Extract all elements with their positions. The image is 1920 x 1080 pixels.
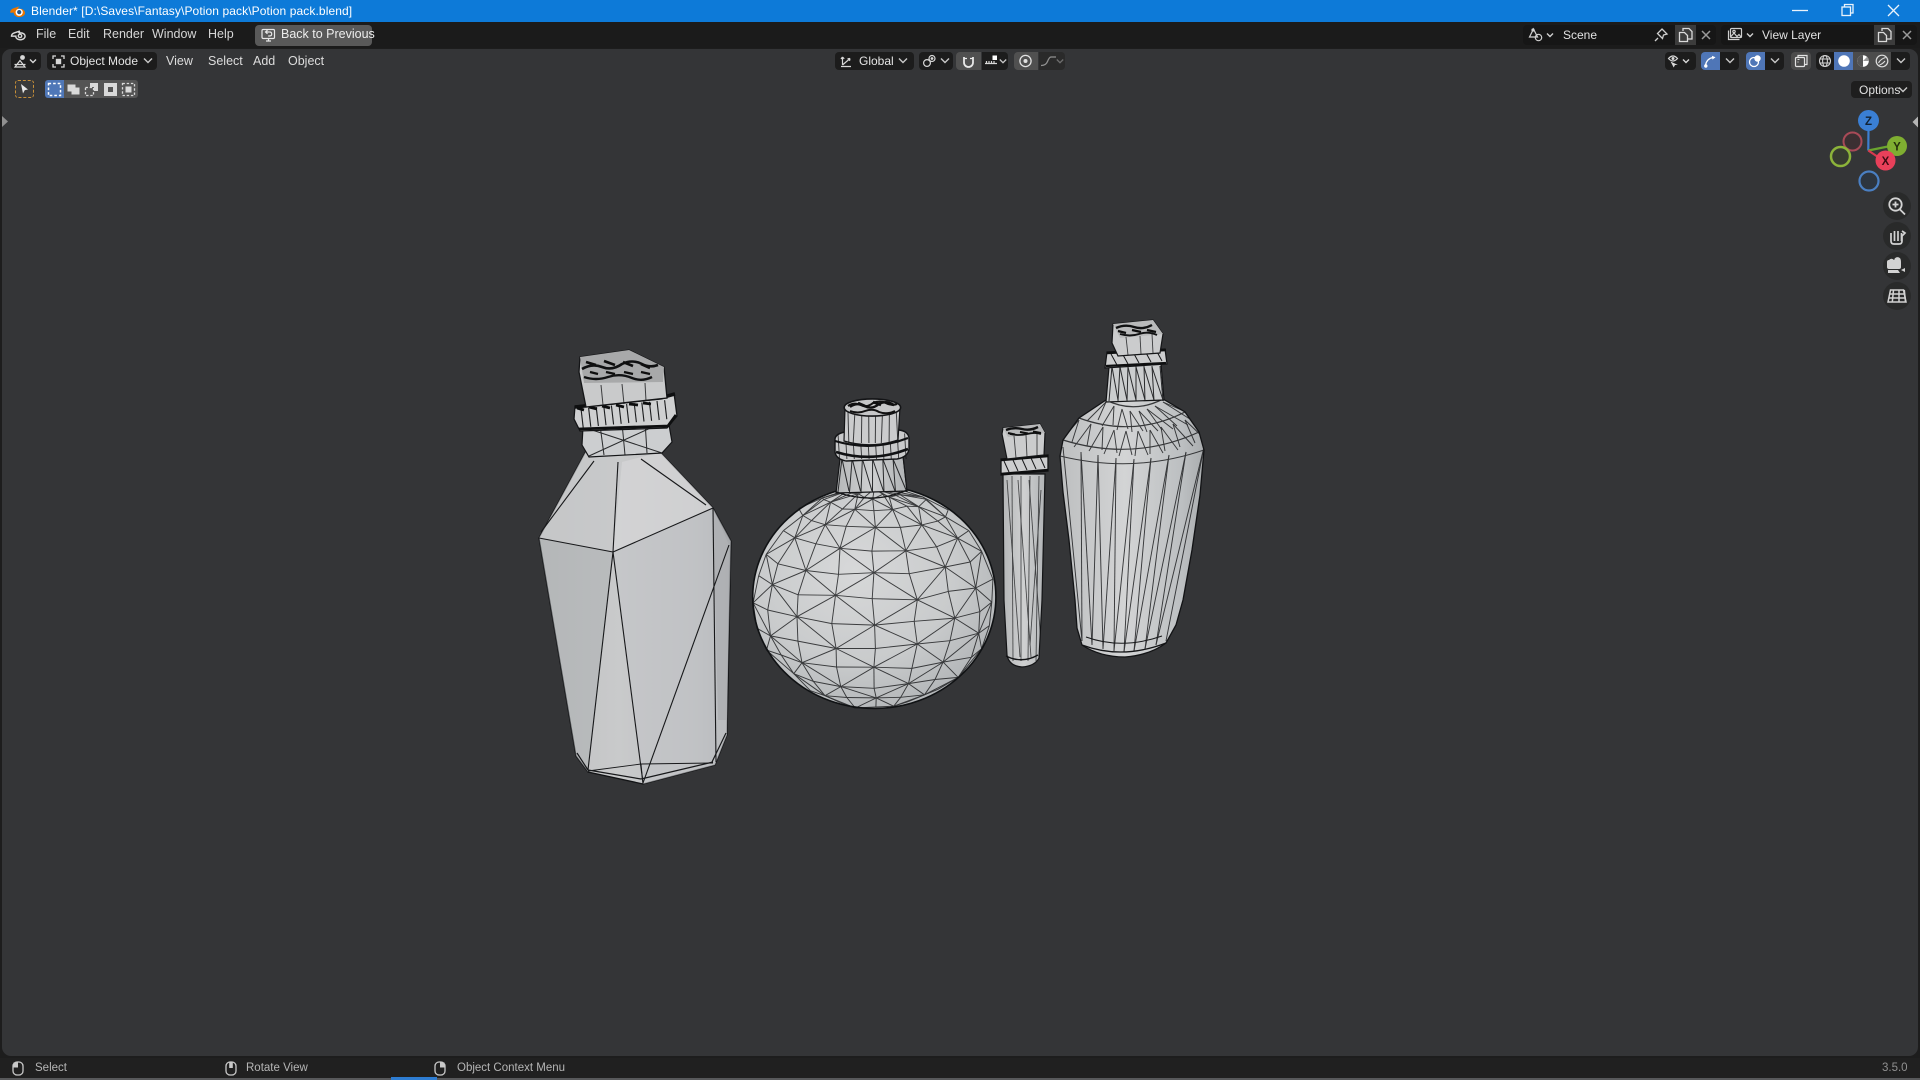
svg-text:Y: Y [1893, 142, 1901, 154]
svg-text:Z: Z [1865, 116, 1872, 128]
svg-text:X: X [1882, 156, 1890, 168]
